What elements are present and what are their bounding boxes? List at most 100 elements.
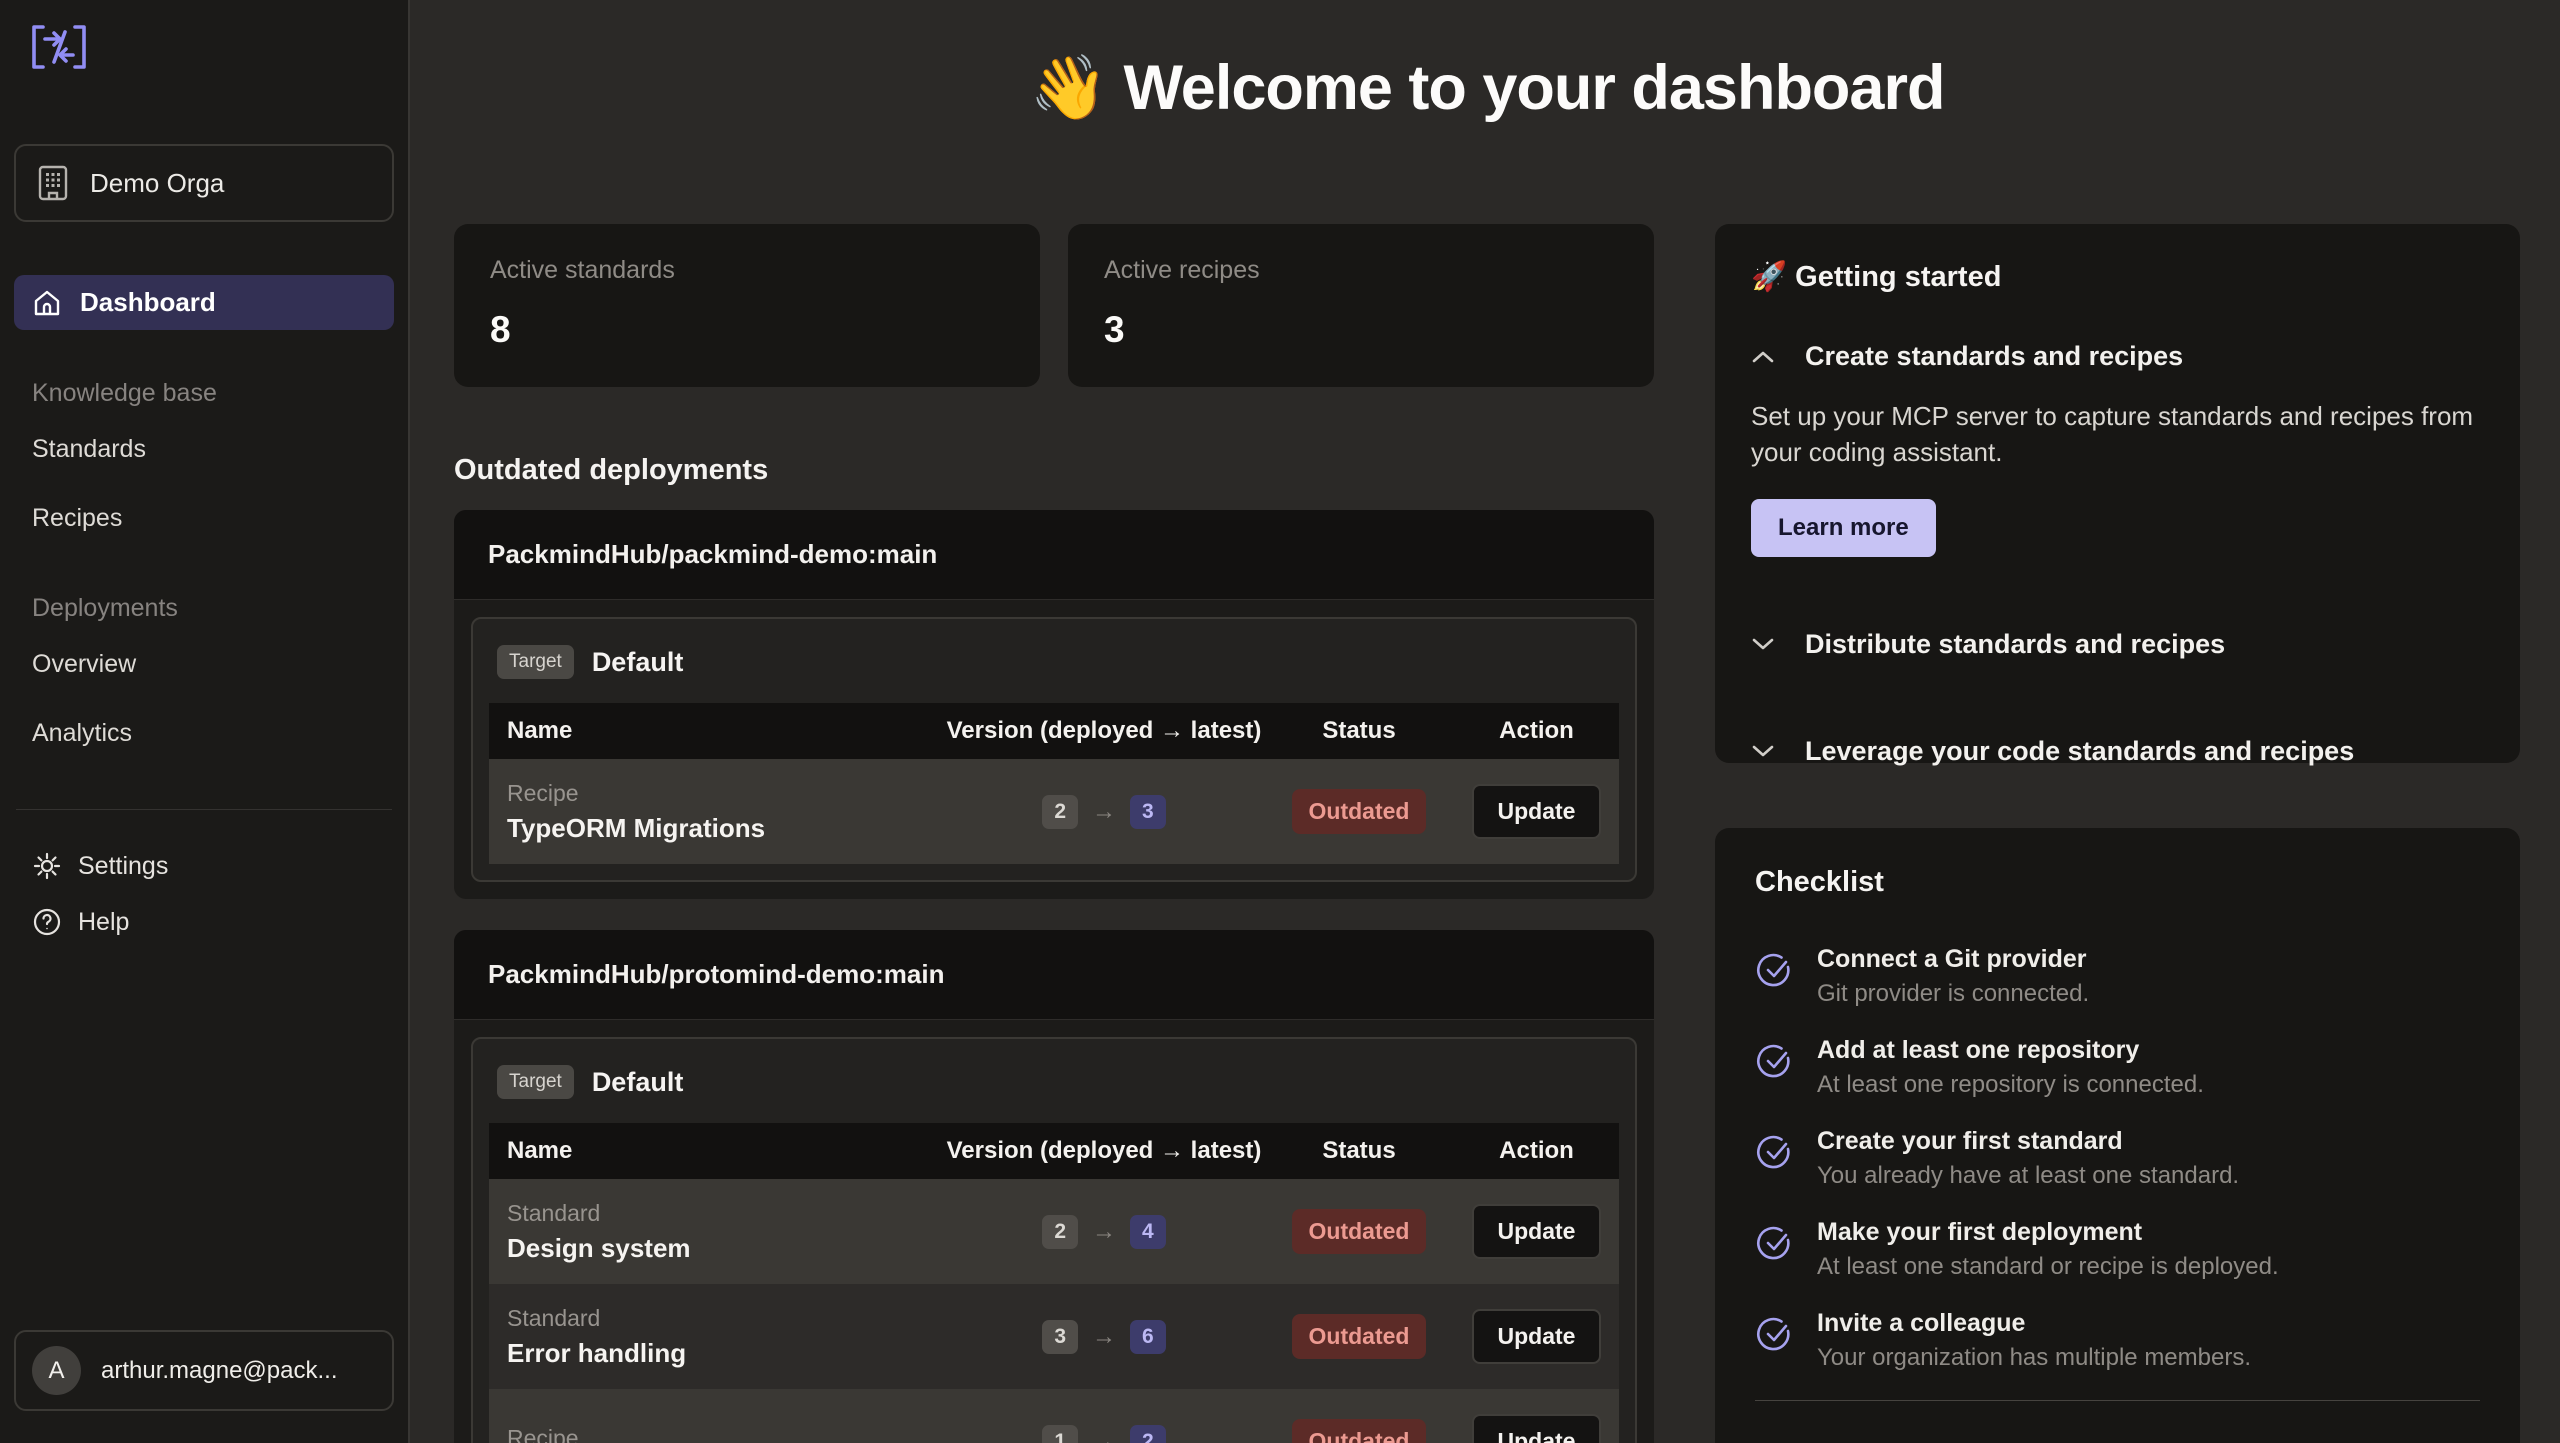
- sidebar-item-overview[interactable]: Overview: [14, 637, 394, 692]
- sidebar-item-standards[interactable]: Standards: [14, 422, 394, 477]
- home-icon: [32, 288, 62, 318]
- col-header-name: Name: [489, 703, 944, 759]
- repo-name: PackmindHub/protomind-demo:main: [454, 930, 1654, 1020]
- checklist-item-title: Connect a Git provider: [1817, 945, 2089, 974]
- checklist-item-title: Add at least one repository: [1817, 1036, 2204, 1065]
- checklist-item-git-provider: Connect a Git provider Git provider is c…: [1755, 945, 2480, 1008]
- checklist-item-first-standard: Create your first standard You already h…: [1755, 1127, 2480, 1190]
- accordion-distribute-standards[interactable]: Distribute standards and recipes: [1751, 629, 2484, 660]
- table-header-row: Name Version (deployed → latest) Status …: [489, 703, 1619, 759]
- help-label: Help: [78, 908, 129, 937]
- artifact-type: Recipe: [507, 780, 926, 807]
- gear-icon: [32, 851, 62, 881]
- check-circle-icon: [1755, 945, 1793, 1008]
- check-circle-icon: [1755, 1036, 1793, 1099]
- arrow-right-icon: →: [1092, 1218, 1116, 1246]
- avatar: A: [32, 1346, 81, 1395]
- accordion-title: Leverage your code standards and recipes: [1805, 736, 2354, 767]
- latest-version-badge: 3: [1130, 795, 1166, 829]
- checklist-item-title: Invite a colleague: [1817, 1309, 2251, 1338]
- checklist-divider: [1755, 1400, 2480, 1401]
- user-email: arthur.magne@pack...: [101, 1357, 337, 1385]
- artifact-type: Standard: [507, 1305, 926, 1332]
- sidebar-item-settings[interactable]: Settings: [14, 838, 394, 894]
- latest-version-badge: 2: [1130, 1425, 1166, 1443]
- sidebar-item-recipes[interactable]: Recipes: [14, 491, 394, 546]
- sidebar-item-analytics[interactable]: Analytics: [14, 706, 394, 761]
- checklist-item-subtitle: At least one standard or recipe is deplo…: [1817, 1253, 2279, 1281]
- chevron-down-icon: [1751, 743, 1775, 759]
- update-button[interactable]: Update: [1472, 1204, 1602, 1259]
- checklist-item-subtitle: Git provider is connected.: [1817, 980, 2089, 1008]
- update-button[interactable]: Update: [1472, 784, 1602, 839]
- main-content: 👋 Welcome to your dashboard Active stand…: [410, 0, 2560, 1443]
- accordion-leverage-standards[interactable]: Leverage your code standards and recipes: [1751, 736, 2484, 767]
- deployed-version-badge: 1: [1042, 1425, 1078, 1443]
- table-row: Recipe TypeORM Migrations 2 → 3 Outdated: [489, 759, 1619, 864]
- table-row: Standard Design system 2 → 4 Outdated: [489, 1179, 1619, 1284]
- deployed-version-badge: 3: [1042, 1320, 1078, 1354]
- col-header-version: Version (deployed → latest): [944, 1123, 1264, 1179]
- checklist-item-repository: Add at least one repository At least one…: [1755, 1036, 2480, 1099]
- target-name: Default: [592, 1067, 684, 1098]
- org-selector[interactable]: Demo Orga: [14, 144, 394, 222]
- stat-value: 3: [1104, 309, 1618, 351]
- artifact-name: Error handling: [507, 1338, 926, 1369]
- artifact-name: Design system: [507, 1233, 926, 1264]
- table-header-row: Name Version (deployed → latest) Status …: [489, 1123, 1619, 1179]
- arrow-right-icon: →: [1092, 798, 1116, 826]
- outdated-deployments-heading: Outdated deployments: [454, 454, 1654, 487]
- checklist-item-invite-colleague: Invite a colleague Your organization has…: [1755, 1309, 2480, 1372]
- checklist-item-title: Make your first deployment: [1817, 1218, 2279, 1247]
- settings-label: Settings: [78, 852, 168, 881]
- checklist-heading: Checklist: [1755, 866, 2480, 899]
- table-row: Recipe 1 → 2 Outdated Upda: [489, 1389, 1619, 1443]
- app-logo[interactable]: [14, 16, 394, 78]
- sidebar-item-help[interactable]: Help: [14, 894, 394, 950]
- update-button[interactable]: Update: [1472, 1414, 1602, 1443]
- target-box: Target Default Name Version (deployed → …: [471, 617, 1637, 882]
- status-badge: Outdated: [1292, 789, 1427, 834]
- artifact-name: TypeORM Migrations: [507, 813, 926, 844]
- learn-more-button[interactable]: Learn more: [1751, 499, 1936, 557]
- target-name: Default: [592, 647, 684, 678]
- deployments-table: Name Version (deployed → latest) Status …: [489, 1123, 1619, 1443]
- check-circle-icon: [1755, 1309, 1793, 1372]
- stat-label: Active recipes: [1104, 256, 1618, 285]
- col-header-status: Status: [1264, 703, 1454, 759]
- sidebar-section-deployments: Deployments: [14, 594, 394, 623]
- arrow-right-icon: →: [1092, 1323, 1116, 1351]
- stat-card-active-standards: Active standards 8: [454, 224, 1040, 387]
- table-row: Standard Error handling 3 → 6 Outdated: [489, 1284, 1619, 1389]
- deployment-card-packmind-demo: PackmindHub/packmind-demo:main Target De…: [454, 510, 1654, 899]
- check-circle-icon: [1755, 1127, 1793, 1190]
- sidebar: Demo Orga Dashboard Knowledge base Stand…: [0, 0, 410, 1443]
- packmind-logo-icon: [28, 22, 380, 72]
- checklist-item-first-deployment: Make your first deployment At least one …: [1755, 1218, 2480, 1281]
- target-box: Target Default Name Version (deployed → …: [471, 1037, 1637, 1443]
- checklist-item-subtitle: Your organization has multiple members.: [1817, 1344, 2251, 1372]
- help-circle-icon: [32, 907, 62, 937]
- deployed-version-badge: 2: [1042, 795, 1078, 829]
- org-name: Demo Orga: [90, 168, 224, 199]
- target-badge: Target: [497, 1065, 574, 1099]
- chevron-down-icon: [1751, 636, 1775, 652]
- repo-name: PackmindHub/packmind-demo:main: [454, 510, 1654, 600]
- artifact-type: Recipe: [507, 1425, 926, 1443]
- sidebar-divider: [16, 809, 392, 810]
- accordion-title: Create standards and recipes: [1805, 341, 2183, 372]
- accordion-create-standards[interactable]: Create standards and recipes: [1751, 341, 2484, 372]
- status-badge: Outdated: [1292, 1209, 1427, 1254]
- getting-started-panel: 🚀 Getting started Create standards and r…: [1715, 224, 2520, 763]
- status-badge: Outdated: [1292, 1314, 1427, 1359]
- col-header-version: Version (deployed → latest): [944, 703, 1264, 759]
- building-icon: [36, 164, 70, 202]
- user-menu[interactable]: A arthur.magne@pack...: [14, 1330, 394, 1411]
- stats-row: Active standards 8 Active recipes 3: [454, 224, 1654, 387]
- sidebar-item-dashboard[interactable]: Dashboard: [14, 275, 394, 330]
- arrow-right-icon: →: [1092, 1428, 1116, 1443]
- page-title: 👋 Welcome to your dashboard: [454, 52, 2520, 124]
- col-header-name: Name: [489, 1123, 944, 1179]
- col-header-action: Action: [1454, 1123, 1619, 1179]
- update-button[interactable]: Update: [1472, 1309, 1602, 1364]
